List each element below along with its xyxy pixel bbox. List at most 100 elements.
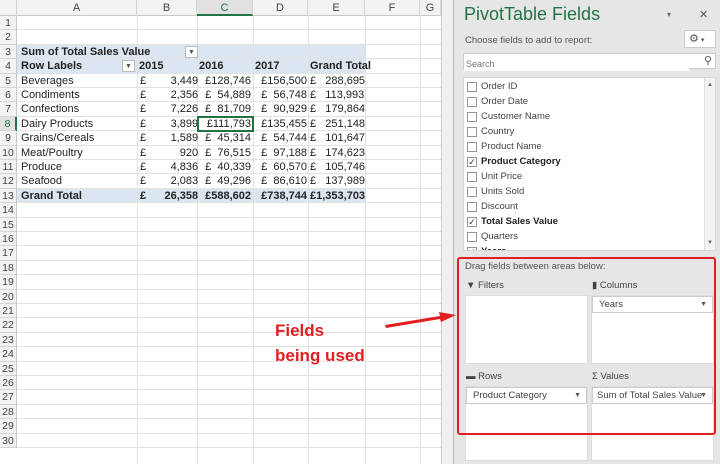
column-header-D[interactable]: D [253, 0, 308, 16]
value-cell[interactable]: £ 60,570 [255, 160, 307, 174]
row-header[interactable]: 22 [0, 318, 17, 333]
value-cell[interactable]: £ 3,899 [140, 117, 198, 131]
value-cell[interactable]: £ 3,449 [140, 74, 198, 88]
field-checkbox[interactable] [467, 186, 477, 197]
value-cell[interactable]: £ 54,744 [255, 131, 307, 145]
field-item[interactable]: ✓ Total Sales Value [467, 214, 558, 229]
row-label-cell[interactable]: Dairy Products [21, 117, 136, 131]
value-cell[interactable]: £ 7,226 [140, 102, 198, 116]
value-cell[interactable]: £ 49,296 [199, 174, 251, 188]
row-label-cell[interactable]: Confections [21, 102, 136, 116]
filter-dropdown-icon[interactable]: ▼ [122, 60, 135, 73]
chevron-down-icon[interactable]: ▼ [185, 45, 198, 58]
row-header[interactable]: 29 [0, 419, 17, 434]
value-cell[interactable]: £ 90,929 [255, 102, 307, 116]
sheet-vertical-scrollbar[interactable] [441, 0, 453, 464]
year-header-cell[interactable]: 2017 [255, 59, 315, 73]
column-header-F[interactable]: F [365, 0, 420, 16]
row-labels-header-cell[interactable]: Row Labels [21, 59, 121, 73]
value-cell[interactable]: £ 81,709 [199, 102, 251, 116]
row-header[interactable]: 14 [0, 203, 17, 218]
field-item[interactable]: ✓ Years [467, 244, 506, 250]
row-label-cell[interactable]: Condiments [21, 88, 136, 102]
field-checkbox[interactable] [467, 81, 477, 92]
value-cell[interactable]: £ 288,695 [310, 74, 365, 88]
value-cell[interactable]: £ 4,836 [140, 160, 198, 174]
row-header[interactable]: 3 [0, 44, 17, 60]
field-list-scrollbar[interactable]: ▲ ▼ [704, 78, 715, 250]
value-cell[interactable]: £ 45,314 [199, 131, 251, 145]
row-label-cell[interactable]: Grains/Cereals [21, 131, 136, 145]
field-checkbox[interactable] [467, 231, 477, 242]
grand-total-cell[interactable]: £738,744 [255, 189, 307, 203]
row-header[interactable]: 19 [0, 275, 17, 290]
value-cell[interactable]: £ 174,623 [310, 146, 365, 160]
value-cell[interactable]: £ 179,864 [310, 102, 365, 116]
value-cell[interactable]: £ 56,748 [255, 88, 307, 102]
row-label-cell[interactable]: Beverages [21, 74, 136, 88]
field-item[interactable]: ✓ Product Category [467, 154, 561, 169]
row-header[interactable]: 15 [0, 217, 17, 232]
search-field[interactable]: ⚲ [463, 53, 716, 71]
value-cell[interactable]: £ 86,610 [255, 174, 307, 188]
field-checkbox[interactable] [467, 111, 477, 122]
row-header[interactable]: 26 [0, 376, 17, 391]
year-header-cell[interactable]: 2015 [139, 59, 199, 73]
field-item[interactable]: Order ID [467, 79, 517, 94]
value-cell[interactable]: £ 1,589 [140, 131, 198, 145]
row-header[interactable]: 4 [0, 59, 17, 74]
column-header-E[interactable]: E [308, 0, 365, 16]
field-item[interactable]: Quarters [467, 229, 518, 244]
select-all-corner[interactable] [0, 0, 17, 16]
row-label-cell[interactable]: Produce [21, 160, 136, 174]
row-header[interactable]: 1 [0, 16, 17, 31]
row-header[interactable]: 20 [0, 289, 17, 304]
value-cell[interactable]: £ 105,746 [310, 160, 365, 174]
field-item[interactable]: Units Sold [467, 184, 524, 199]
column-header-G[interactable]: G [420, 0, 441, 16]
field-item[interactable]: Product Name [467, 139, 542, 154]
year-header-cell[interactable]: Grand Total [310, 59, 371, 73]
value-cell[interactable]: £ 920 [140, 146, 198, 160]
value-cell[interactable]: £ 40,339 [199, 160, 251, 174]
row-header[interactable]: 2 [0, 30, 17, 45]
field-checkbox[interactable]: ✓ [467, 246, 477, 250]
row-header[interactable]: 12 [0, 174, 17, 189]
row-header[interactable]: 30 [0, 433, 17, 448]
field-item[interactable]: Unit Price [467, 169, 522, 184]
value-cell[interactable]: £ 2,356 [140, 88, 198, 102]
field-checkbox[interactable] [467, 96, 477, 107]
row-header[interactable]: 21 [0, 304, 17, 319]
close-icon[interactable]: ✕ [699, 8, 708, 21]
value-cell[interactable]: £ 251,148 [310, 117, 365, 131]
row-header[interactable]: 10 [0, 145, 17, 160]
value-cell[interactable]: £ 101,647 [310, 131, 365, 145]
row-header[interactable]: 25 [0, 361, 17, 376]
value-cell[interactable]: £ 2,083 [140, 174, 198, 188]
row-label-cell[interactable]: Meat/Poultry [21, 146, 136, 160]
search-input[interactable] [464, 57, 689, 71]
row-header[interactable]: 8 [0, 116, 17, 132]
field-item[interactable]: Country [467, 124, 514, 139]
field-item[interactable]: Customer Name [467, 109, 550, 124]
value-cell[interactable]: £ 76,515 [199, 146, 251, 160]
row-header[interactable]: 16 [0, 232, 17, 247]
spreadsheet-grid[interactable]: A B C D E F G 1 2 3 4 5 6 7 8 9 10 11 12 13 14 15 16 17 18 19 20 21… [0, 0, 441, 464]
field-item[interactable]: Discount [467, 199, 518, 214]
field-checkbox[interactable] [467, 171, 477, 182]
value-cell[interactable]: £ 137,989 [310, 174, 365, 188]
row-label-cell[interactable]: Seafood [21, 174, 136, 188]
row-header[interactable]: 23 [0, 332, 17, 348]
row-header[interactable]: 7 [0, 102, 17, 117]
grand-total-cell[interactable]: £588,602 [199, 189, 251, 203]
scroll-down-icon[interactable]: ▼ [705, 240, 715, 246]
row-header[interactable]: 18 [0, 260, 17, 276]
value-cell[interactable]: £135,455 [255, 117, 307, 131]
grand-total-cell[interactable]: £1,353,703 [310, 189, 365, 203]
column-header-C[interactable]: C [197, 0, 253, 16]
field-checkbox[interactable] [467, 126, 477, 137]
row-header[interactable]: 27 [0, 390, 17, 405]
value-cell[interactable]: £ 113,993 [310, 88, 364, 102]
field-checkbox[interactable] [467, 141, 477, 152]
row-header[interactable]: 13 [0, 188, 17, 204]
